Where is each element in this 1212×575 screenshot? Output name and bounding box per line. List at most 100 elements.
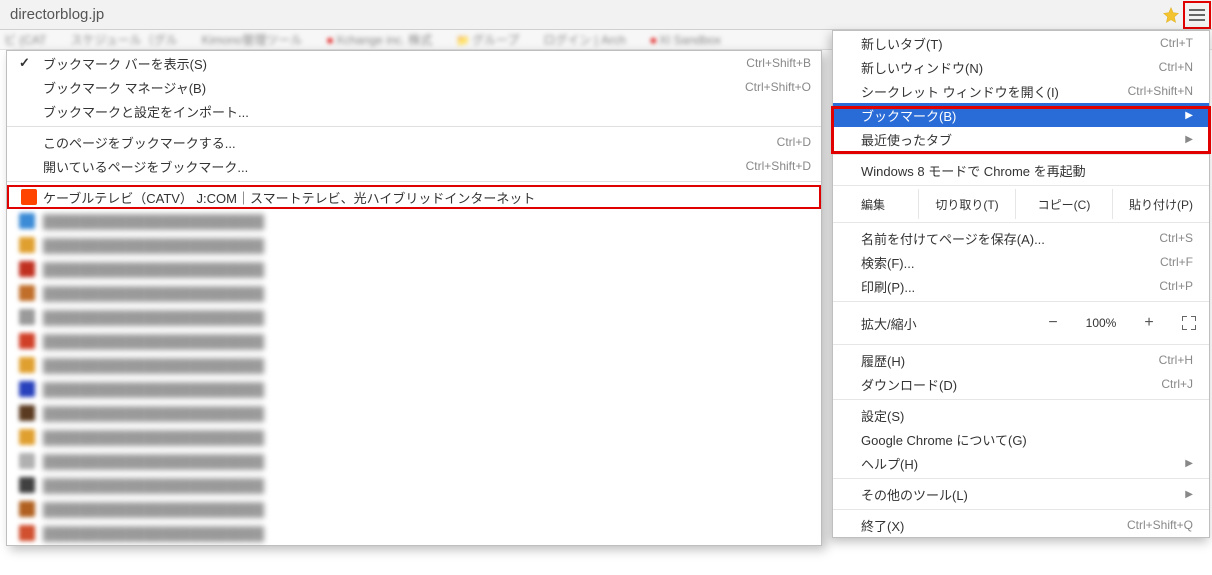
edit-label: 編集 [833, 189, 919, 219]
bookmark-item[interactable]: ████████████████████████ [7, 305, 821, 329]
separator [833, 399, 1209, 400]
item-label: ████████████████████████ [43, 478, 811, 493]
menu-save-as[interactable]: 名前を付けてページを保存(A)...Ctrl+S [833, 226, 1209, 250]
menu-exit[interactable]: 終了(X)Ctrl+Shift+Q [833, 513, 1209, 537]
favicon [19, 357, 35, 373]
item-label: ████████████████████████ [43, 214, 811, 229]
bookmark-item[interactable]: ████████████████████████ [7, 353, 821, 377]
separator [833, 185, 1209, 186]
menu-downloads[interactable]: ダウンロード(D)Ctrl+J [833, 372, 1209, 396]
cut-button[interactable]: 切り取り(T) [919, 189, 1016, 219]
zoom-level: 100% [1073, 316, 1129, 330]
chevron-right-icon: ▶ [1185, 489, 1193, 500]
submenu-item[interactable]: ブックマークと設定をインポート... [7, 99, 821, 123]
item-label: 開いているページをブックマーク... [43, 157, 736, 176]
shortcut-label: Ctrl+Shift+B [746, 56, 811, 70]
bookmark-item[interactable]: ████████████████████████ [7, 209, 821, 233]
menu-incognito[interactable]: シークレット ウィンドウを開く(I)Ctrl+Shift+N [833, 79, 1209, 103]
bookmark-item[interactable]: ████████████████████████ [7, 449, 821, 473]
bookmark-item[interactable]: ████████████████████████ [7, 377, 821, 401]
toolbar-item[interactable]: グループ [456, 31, 519, 48]
item-label: ████████████████████████ [43, 238, 811, 253]
shortcut-label: Ctrl+Shift+D [746, 159, 811, 173]
item-label: ████████████████████████ [43, 310, 811, 325]
bookmark-item[interactable]: ████████████████████████ [7, 281, 821, 305]
item-label: ████████████████████████ [43, 286, 811, 301]
shortcut-label: Ctrl+D [777, 135, 811, 149]
chrome-main-menu: 新しいタブ(T)Ctrl+T 新しいウィンドウ(N)Ctrl+N シークレット … [832, 30, 1210, 538]
favicon [19, 477, 35, 493]
url-field[interactable]: directorblog.jp [0, 6, 1159, 23]
item-label: ████████████████████████ [43, 406, 811, 421]
hamburger-icon [1189, 9, 1205, 21]
address-bar: directorblog.jp [0, 0, 1212, 30]
bookmark-item[interactable]: ████████████████████████ [7, 497, 821, 521]
favicon [21, 189, 37, 205]
item-label: ブックマーク バーを表示(S) [43, 54, 736, 73]
fullscreen-icon [1182, 316, 1196, 330]
bookmark-item[interactable]: ████████████████████████ [7, 401, 821, 425]
favicon [19, 285, 35, 301]
item-label: ████████████████████████ [43, 262, 811, 277]
bookmark-item[interactable]: ████████████████████████ [7, 257, 821, 281]
toolbar-item[interactable]: XI Sandbox [650, 33, 721, 47]
favicon [19, 261, 35, 277]
item-label: ████████████████████████ [43, 454, 811, 469]
menu-settings[interactable]: 設定(S) [833, 403, 1209, 427]
menu-about[interactable]: Google Chrome について(G) [833, 427, 1209, 451]
toolbar-item[interactable]: スケジュール（グル [70, 31, 177, 48]
item-label: ████████████████████████ [43, 334, 811, 349]
menu-print[interactable]: 印刷(P)...Ctrl+P [833, 274, 1209, 298]
separator [833, 344, 1209, 345]
separator [833, 509, 1209, 510]
toolbar-item[interactable]: Xchange inc. 株式 [326, 31, 432, 48]
favicon [19, 213, 35, 229]
favicon [19, 405, 35, 421]
separator [833, 222, 1209, 223]
menu-more-tools[interactable]: その他のツール(L)▶ [833, 482, 1209, 506]
paste-button[interactable]: 貼り付け(P) [1113, 189, 1209, 219]
bookmark-item[interactable]: ████████████████████████ [7, 473, 821, 497]
menu-button[interactable] [1183, 1, 1211, 29]
zoom-out-button[interactable]: − [1033, 311, 1073, 335]
favicon [19, 501, 35, 517]
menu-help[interactable]: ヘルプ(H)▶ [833, 451, 1209, 475]
copy-button[interactable]: コピー(C) [1016, 189, 1113, 219]
shortcut-label: Ctrl+Shift+O [745, 80, 811, 94]
bookmark-item[interactable]: ████████████████████████ [7, 329, 821, 353]
favicon [19, 381, 35, 397]
submenu-item[interactable]: ブックマーク マネージャ(B) Ctrl+Shift+O [7, 75, 821, 99]
toolbar-item[interactable]: ビ (CAT [4, 31, 46, 48]
chevron-right-icon: ▶ [1185, 134, 1193, 145]
item-label: ████████████████████████ [43, 382, 811, 397]
favicon [19, 429, 35, 445]
bookmark-jcom[interactable]: ケーブルテレビ（CATV） J:COM｜スマートテレビ、光ハイブリッドインターネ… [7, 185, 821, 209]
edit-row: 編集 切り取り(T) コピー(C) 貼り付け(P) [833, 189, 1209, 219]
menu-find[interactable]: 検索(F)...Ctrl+F [833, 250, 1209, 274]
favicon [19, 237, 35, 253]
submenu-item[interactable]: ブックマーク バーを表示(S) Ctrl+Shift+B [7, 51, 821, 75]
bookmark-item[interactable]: ████████████████████████ [7, 233, 821, 257]
menu-win8-restart[interactable]: Windows 8 モードで Chrome を再起動 [833, 158, 1209, 182]
separator [7, 181, 821, 182]
submenu-item[interactable]: このページをブックマークする...Ctrl+D [7, 130, 821, 154]
menu-history[interactable]: 履歴(H)Ctrl+H [833, 348, 1209, 372]
fullscreen-button[interactable] [1169, 316, 1209, 330]
toolbar-item[interactable]: Kimono管理ツール [202, 31, 303, 48]
favicon [19, 453, 35, 469]
menu-bookmarks[interactable]: ブックマーク(B)▶ [833, 103, 1209, 127]
bookmark-item[interactable]: ████████████████████████ [7, 521, 821, 545]
menu-new-tab[interactable]: 新しいタブ(T)Ctrl+T [833, 31, 1209, 55]
toolbar-item[interactable]: ログイン | Arch [543, 31, 625, 48]
separator [833, 478, 1209, 479]
zoom-label: 拡大/縮小 [833, 314, 1033, 333]
star-icon[interactable] [1159, 6, 1183, 24]
menu-new-window[interactable]: 新しいウィンドウ(N)Ctrl+N [833, 55, 1209, 79]
submenu-item[interactable]: 開いているページをブックマーク... Ctrl+Shift+D [7, 154, 821, 178]
bookmark-item[interactable]: ████████████████████████ [7, 425, 821, 449]
zoom-in-button[interactable]: + [1129, 311, 1169, 335]
menu-recent-tabs[interactable]: 最近使ったタブ▶ [833, 127, 1209, 151]
separator [833, 301, 1209, 302]
item-label: ████████████████████████ [43, 526, 811, 541]
item-label: ブックマーク マネージャ(B) [43, 78, 735, 97]
